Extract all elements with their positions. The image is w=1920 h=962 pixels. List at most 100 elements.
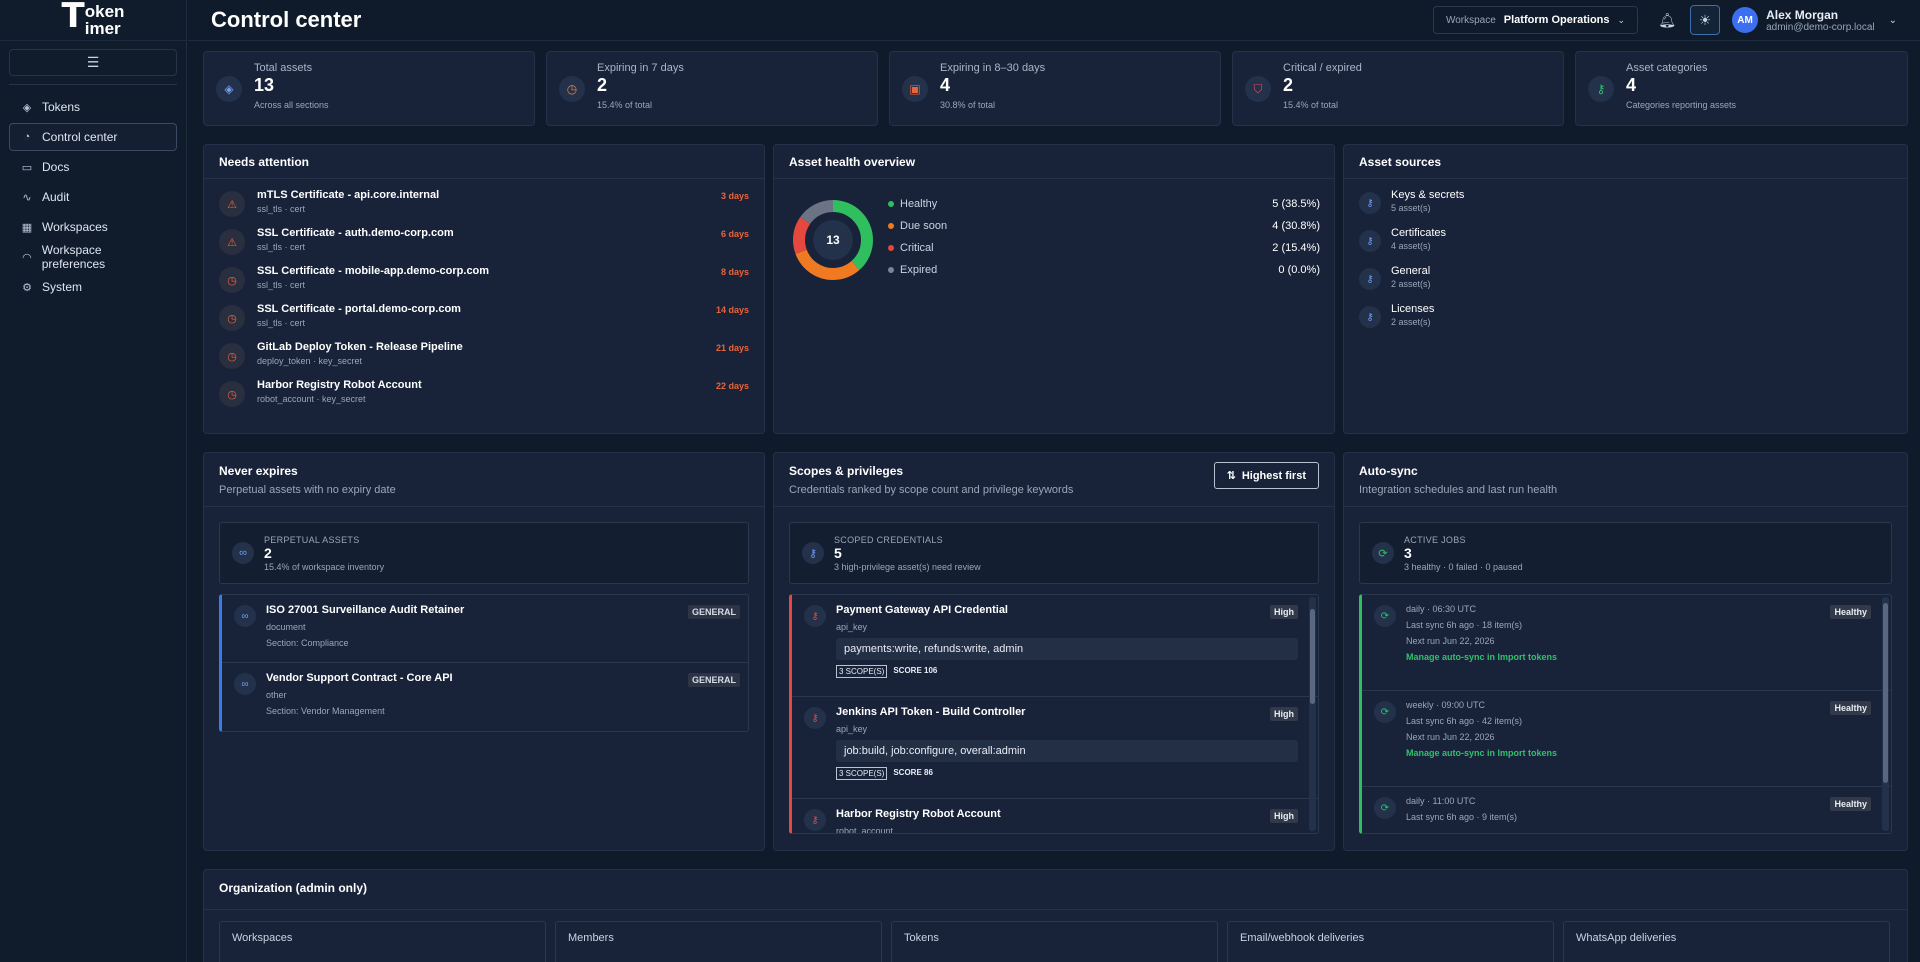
user-menu[interactable]: AM Alex Morgan admin@demo-corp.local ⌄ <box>1732 7 1897 33</box>
stat-label: Expiring in 7 days <box>597 62 684 74</box>
organization-panel: Organization (admin only) Workspaces Mem… <box>203 869 1908 962</box>
stat-label: Critical / expired <box>1283 62 1362 74</box>
calendar-icon: ▣ <box>902 76 928 102</box>
sync-jobs-list[interactable]: ⟳ daily · 06:30 UTC Last sync 6h ago · 1… <box>1359 594 1892 834</box>
sidebar-toggle-button[interactable]: ☰ <box>9 49 177 76</box>
stat-card-expiring-7: ◷ Expiring in 7 days 2 15.4% of total <box>546 51 878 126</box>
workspace-select-value: Platform Operations <box>1503 14 1610 26</box>
sidebar-item-control-center[interactable]: ◔ Control center <box>9 123 177 151</box>
panel-subtitle: Integration schedules and last run healt… <box>1359 484 1558 496</box>
sidebar-item-system[interactable]: ⚙ System <box>9 273 177 301</box>
list-item[interactable]: ⟳ daily · 11:00 UTC Last sync 6h ago · 9… <box>1362 787 1891 833</box>
attention-item[interactable]: ◷ Harbor Registry Robot Account robot_acc… <box>204 379 764 417</box>
notifications-button[interactable]: 🔔︎ <box>1652 5 1682 35</box>
panel-title: Asset health overview <box>789 155 916 169</box>
org-stat-label: Email/webhook deliveries <box>1240 932 1365 944</box>
key-icon: ⚷ <box>1359 192 1381 214</box>
row-type: api_key <box>836 622 868 632</box>
list-item[interactable]: ⟳ weekly · 09:00 UTC Last sync 6h ago · … <box>1362 691 1891 787</box>
row-type: document <box>266 622 306 632</box>
avatar: AM <box>1732 7 1759 33</box>
stat-card-expiring-30: ▣ Expiring in 8–30 days 4 30.8% of total <box>889 51 1221 126</box>
attention-item[interactable]: ◷ SSL Certificate - portal.demo-corp.com… <box>204 303 764 341</box>
shield-icon: ⛉ <box>1245 76 1271 102</box>
source-item[interactable]: ⚷ Licenses 2 asset(s) <box>1344 303 1907 341</box>
row-type: other <box>266 690 287 700</box>
row-type: robot_account <box>836 826 894 834</box>
panel-title: Asset sources <box>1359 155 1442 169</box>
sort-icon: ⇅ <box>1226 470 1236 482</box>
scrollbar[interactable] <box>1309 597 1316 831</box>
sidebar-item-audit[interactable]: ∿ Audit <box>9 183 177 211</box>
sort-label: Highest first <box>1241 469 1306 482</box>
list-item[interactable]: ⚷ Harbor Registry Robot Account robot_ac… <box>792 799 1318 834</box>
legend-label: Expired <box>900 264 938 276</box>
sync-schedule: daily · 06:30 UTC <box>1406 604 1477 614</box>
workspace-select[interactable]: Workspace Platform Operations ⌄ <box>1432 6 1639 34</box>
scopes-panel: Scopes & privileges Credentials ranked b… <box>773 452 1335 851</box>
stat-label: Total assets <box>254 62 313 74</box>
org-stat-members: Members <box>555 921 882 962</box>
attention-item[interactable]: ◷ SSL Certificate - mobile-app.demo-corp… <box>204 265 764 303</box>
list-item[interactable]: ∞ Vendor Support Contract - Core API oth… <box>222 663 748 731</box>
scroll-thumb[interactable] <box>1883 603 1888 783</box>
panel-title: Never expires <box>219 464 298 478</box>
list-item[interactable]: ∞ ISO 27001 Surveillance Audit Retainer … <box>222 595 748 663</box>
sidebar-item-docs[interactable]: ▭ Docs <box>9 153 177 181</box>
legend-value: 5 (38.5%) <box>1272 198 1320 210</box>
sidebar-item-label: Workspace preferences <box>41 243 106 271</box>
attention-title: mTLS Certificate - api.core.internal <box>257 189 440 201</box>
bell-icon: 🔔︎ <box>1658 11 1676 28</box>
sources-list: ⚷ Keys & secrets 5 asset(s) ⚷ Certificates 4… <box>1344 179 1907 341</box>
scoped-list[interactable]: ⚷ Payment Gateway API Credential api_key… <box>789 594 1319 834</box>
summary-value: 2 <box>264 544 272 561</box>
legend-due-soon: Due soon 4 (30.8%) <box>888 215 1320 237</box>
list-item[interactable]: ⚷ Jenkins API Token - Build Controller a… <box>792 697 1318 799</box>
list-item[interactable]: ⟳ daily · 06:30 UTC Last sync 6h ago · 1… <box>1362 595 1891 691</box>
asset-sources-panel: Asset sources ⚷ Keys & secrets 5 asset(s) … <box>1343 144 1908 434</box>
warning-icon: ⚠ <box>219 191 245 217</box>
attention-item[interactable]: ⚠ SSL Certificate - auth.demo-corp.com ss… <box>204 227 764 265</box>
stat-sub: 15.4% of total <box>1283 100 1339 110</box>
manage-auto-sync-link[interactable]: Manage auto-sync in Import tokens <box>1406 748 1871 758</box>
summary-label: SCOPED CREDENTIALS <box>834 534 943 545</box>
theme-toggle-button[interactable]: ☀ <box>1690 5 1721 35</box>
sidebar-item-workspace-preferences[interactable]: ◠ Workspace preferences <box>9 243 177 271</box>
sidebar-item-tokens[interactable]: ◈ Tokens <box>9 93 177 121</box>
manage-auto-sync-link[interactable]: Manage auto-sync in Import tokens <box>1406 652 1871 662</box>
list-item[interactable]: ⚷ Payment Gateway API Credential api_key… <box>792 595 1318 697</box>
source-item[interactable]: ⚷ General 2 asset(s) <box>1344 265 1907 303</box>
clock-icon: ◷ <box>219 305 245 331</box>
attention-sub: robot_account · key_secret <box>257 394 366 404</box>
score-chip: SCORE 86 <box>893 768 933 777</box>
panel-title: Organization (admin only) <box>219 881 368 895</box>
sidebar-item-label: Control center <box>42 130 118 144</box>
scrollbar[interactable] <box>1882 597 1889 831</box>
privilege-badge: High <box>1270 707 1298 721</box>
attention-item[interactable]: ⚠ mTLS Certificate - api.core.internal ss… <box>204 189 764 227</box>
sync-schedule: daily · 11:00 UTC <box>1406 796 1476 806</box>
attention-sub: ssl_tls · cert <box>257 204 306 214</box>
stat-value: 2 <box>597 75 608 95</box>
attention-item[interactable]: ◷ GitLab Deploy Token - Release Pipeline… <box>204 341 764 379</box>
summary-sub: 15.4% of workspace inventory <box>264 561 385 572</box>
status-badge: Healthy <box>1830 605 1871 619</box>
stat-sub: 30.8% of total <box>940 100 996 110</box>
attention-sub: deploy_token · key_secret <box>257 356 363 366</box>
attention-days: 3 days <box>720 191 749 201</box>
scroll-thumb[interactable] <box>1310 609 1315 704</box>
sort-highest-first-button[interactable]: ⇅ Highest first <box>1213 462 1319 489</box>
attention-days: 14 days <box>715 305 749 315</box>
app-logo[interactable]: Token imer <box>0 0 186 41</box>
summary-sub: 3 high-privilege asset(s) need review <box>834 561 981 572</box>
auto-sync-panel: Auto-sync Integration schedules and last… <box>1343 452 1908 851</box>
source-item[interactable]: ⚷ Keys & secrets 5 asset(s) <box>1344 189 1907 227</box>
sidebar-item-workspaces[interactable]: ▦ Workspaces <box>9 213 177 241</box>
gear-icon: ⚙ <box>22 281 32 294</box>
source-item[interactable]: ⚷ Certificates 4 asset(s) <box>1344 227 1907 265</box>
row-title: Payment Gateway API Credential <box>836 604 1008 616</box>
legend-dot <box>888 267 894 273</box>
key-icon: ⚷ <box>1588 76 1614 102</box>
sync-schedule: weekly · 09:00 UTC <box>1406 700 1486 710</box>
gauge-icon: ◔ <box>23 131 31 143</box>
